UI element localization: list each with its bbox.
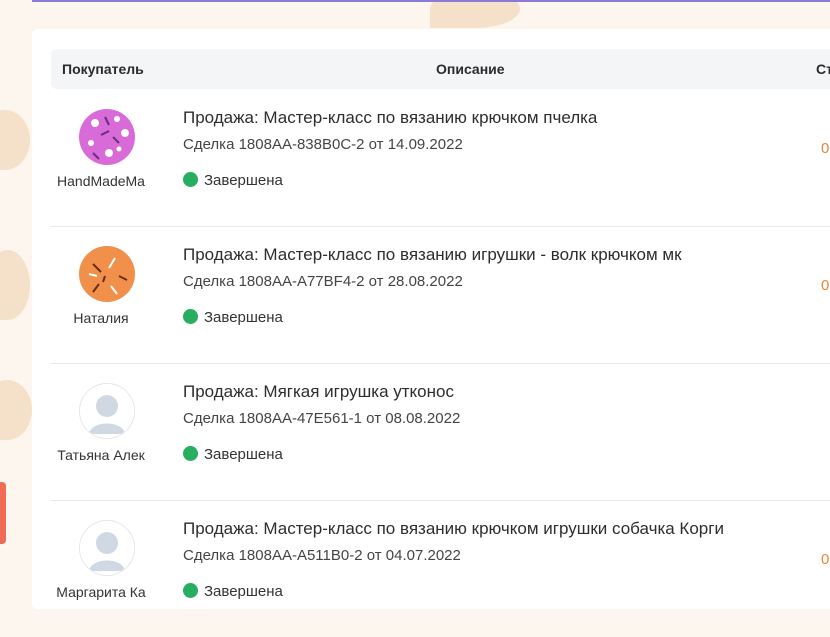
buyer-name[interactable]: Наталия: [51, 310, 151, 326]
status-label: Завершена: [204, 309, 283, 326]
status-complete-icon: [183, 583, 198, 598]
background-decoration: [430, 0, 520, 28]
buyer-cell[interactable]: Наталия: [51, 226, 151, 363]
status-label: Завершена: [204, 583, 283, 600]
background-decoration: [0, 380, 32, 440]
top-accent-bar: [32, 0, 830, 2]
status-badge: Завершена: [183, 583, 283, 600]
sale-title[interactable]: Продажа: Мастер-класс по вязанию крючком…: [183, 108, 773, 128]
status-label: Завершена: [204, 446, 283, 463]
deal-info: Сделка 1808AA-A77BF4-2 от 28.08.2022: [183, 273, 463, 290]
avatar[interactable]: [79, 246, 135, 302]
buyer-name[interactable]: HandMadeMa: [51, 173, 151, 189]
sale-title[interactable]: Продажа: Мастер-класс по вязанию крючком…: [183, 519, 773, 539]
status-complete-icon: [183, 446, 198, 461]
background-decoration: [0, 110, 30, 170]
background-decoration: [0, 250, 30, 320]
table-row[interactable]: Наталия Продажа: Мастер-класс по вязанию…: [51, 226, 830, 364]
default-user-icon: [80, 384, 134, 438]
avatar[interactable]: [79, 109, 135, 165]
column-header-description[interactable]: Описание: [436, 61, 505, 77]
buyer-cell[interactable]: HandMadeMa: [51, 89, 151, 226]
avatar[interactable]: [79, 383, 135, 439]
table-row[interactable]: Маргарита Ка Продажа: Мастер-класс по вя…: [51, 500, 830, 637]
sale-title[interactable]: Продажа: Мастер-класс по вязанию игрушки…: [183, 245, 773, 265]
status-complete-icon: [183, 309, 198, 324]
deal-info: Сделка 1808AA-A511B0-2 от 04.07.2022: [183, 547, 461, 564]
amount-value: 0: [821, 140, 830, 157]
status-badge: Завершена: [183, 309, 283, 326]
avatar[interactable]: [79, 520, 135, 576]
side-feedback-tab[interactable]: [0, 482, 6, 544]
buyer-cell[interactable]: Татьяна Алек: [51, 363, 151, 500]
status-label: Завершена: [204, 172, 283, 189]
amount-value: 0: [821, 551, 830, 568]
column-header-buyer[interactable]: Покупатель: [62, 61, 144, 77]
table-row[interactable]: Татьяна Алек Продажа: Мягкая игрушка утк…: [51, 363, 830, 501]
buyer-name[interactable]: Маргарита Ка: [51, 584, 151, 600]
deal-info: Сделка 1808AA-47E561-1 от 08.08.2022: [183, 410, 461, 427]
column-header-status[interactable]: Ст: [816, 61, 830, 77]
deal-info: Сделка 1808AA-838B0C-2 от 14.09.2022: [183, 136, 463, 153]
status-complete-icon: [183, 172, 198, 187]
buyer-name[interactable]: Татьяна Алек: [51, 447, 151, 463]
sale-title[interactable]: Продажа: Мягкая игрушка утконос: [183, 382, 773, 402]
buyer-cell[interactable]: Маргарита Ка: [51, 500, 151, 637]
table-header: Покупатель Описание Ст: [51, 49, 830, 89]
status-badge: Завершена: [183, 446, 283, 463]
default-user-icon: [80, 521, 134, 575]
sales-card: Покупатель Описание Ст HandMadeMa Продаж…: [32, 29, 830, 609]
amount-value: 0: [821, 277, 830, 294]
status-badge: Завершена: [183, 172, 283, 189]
table-row[interactable]: HandMadeMa Продажа: Мастер-класс по вяза…: [51, 89, 830, 227]
